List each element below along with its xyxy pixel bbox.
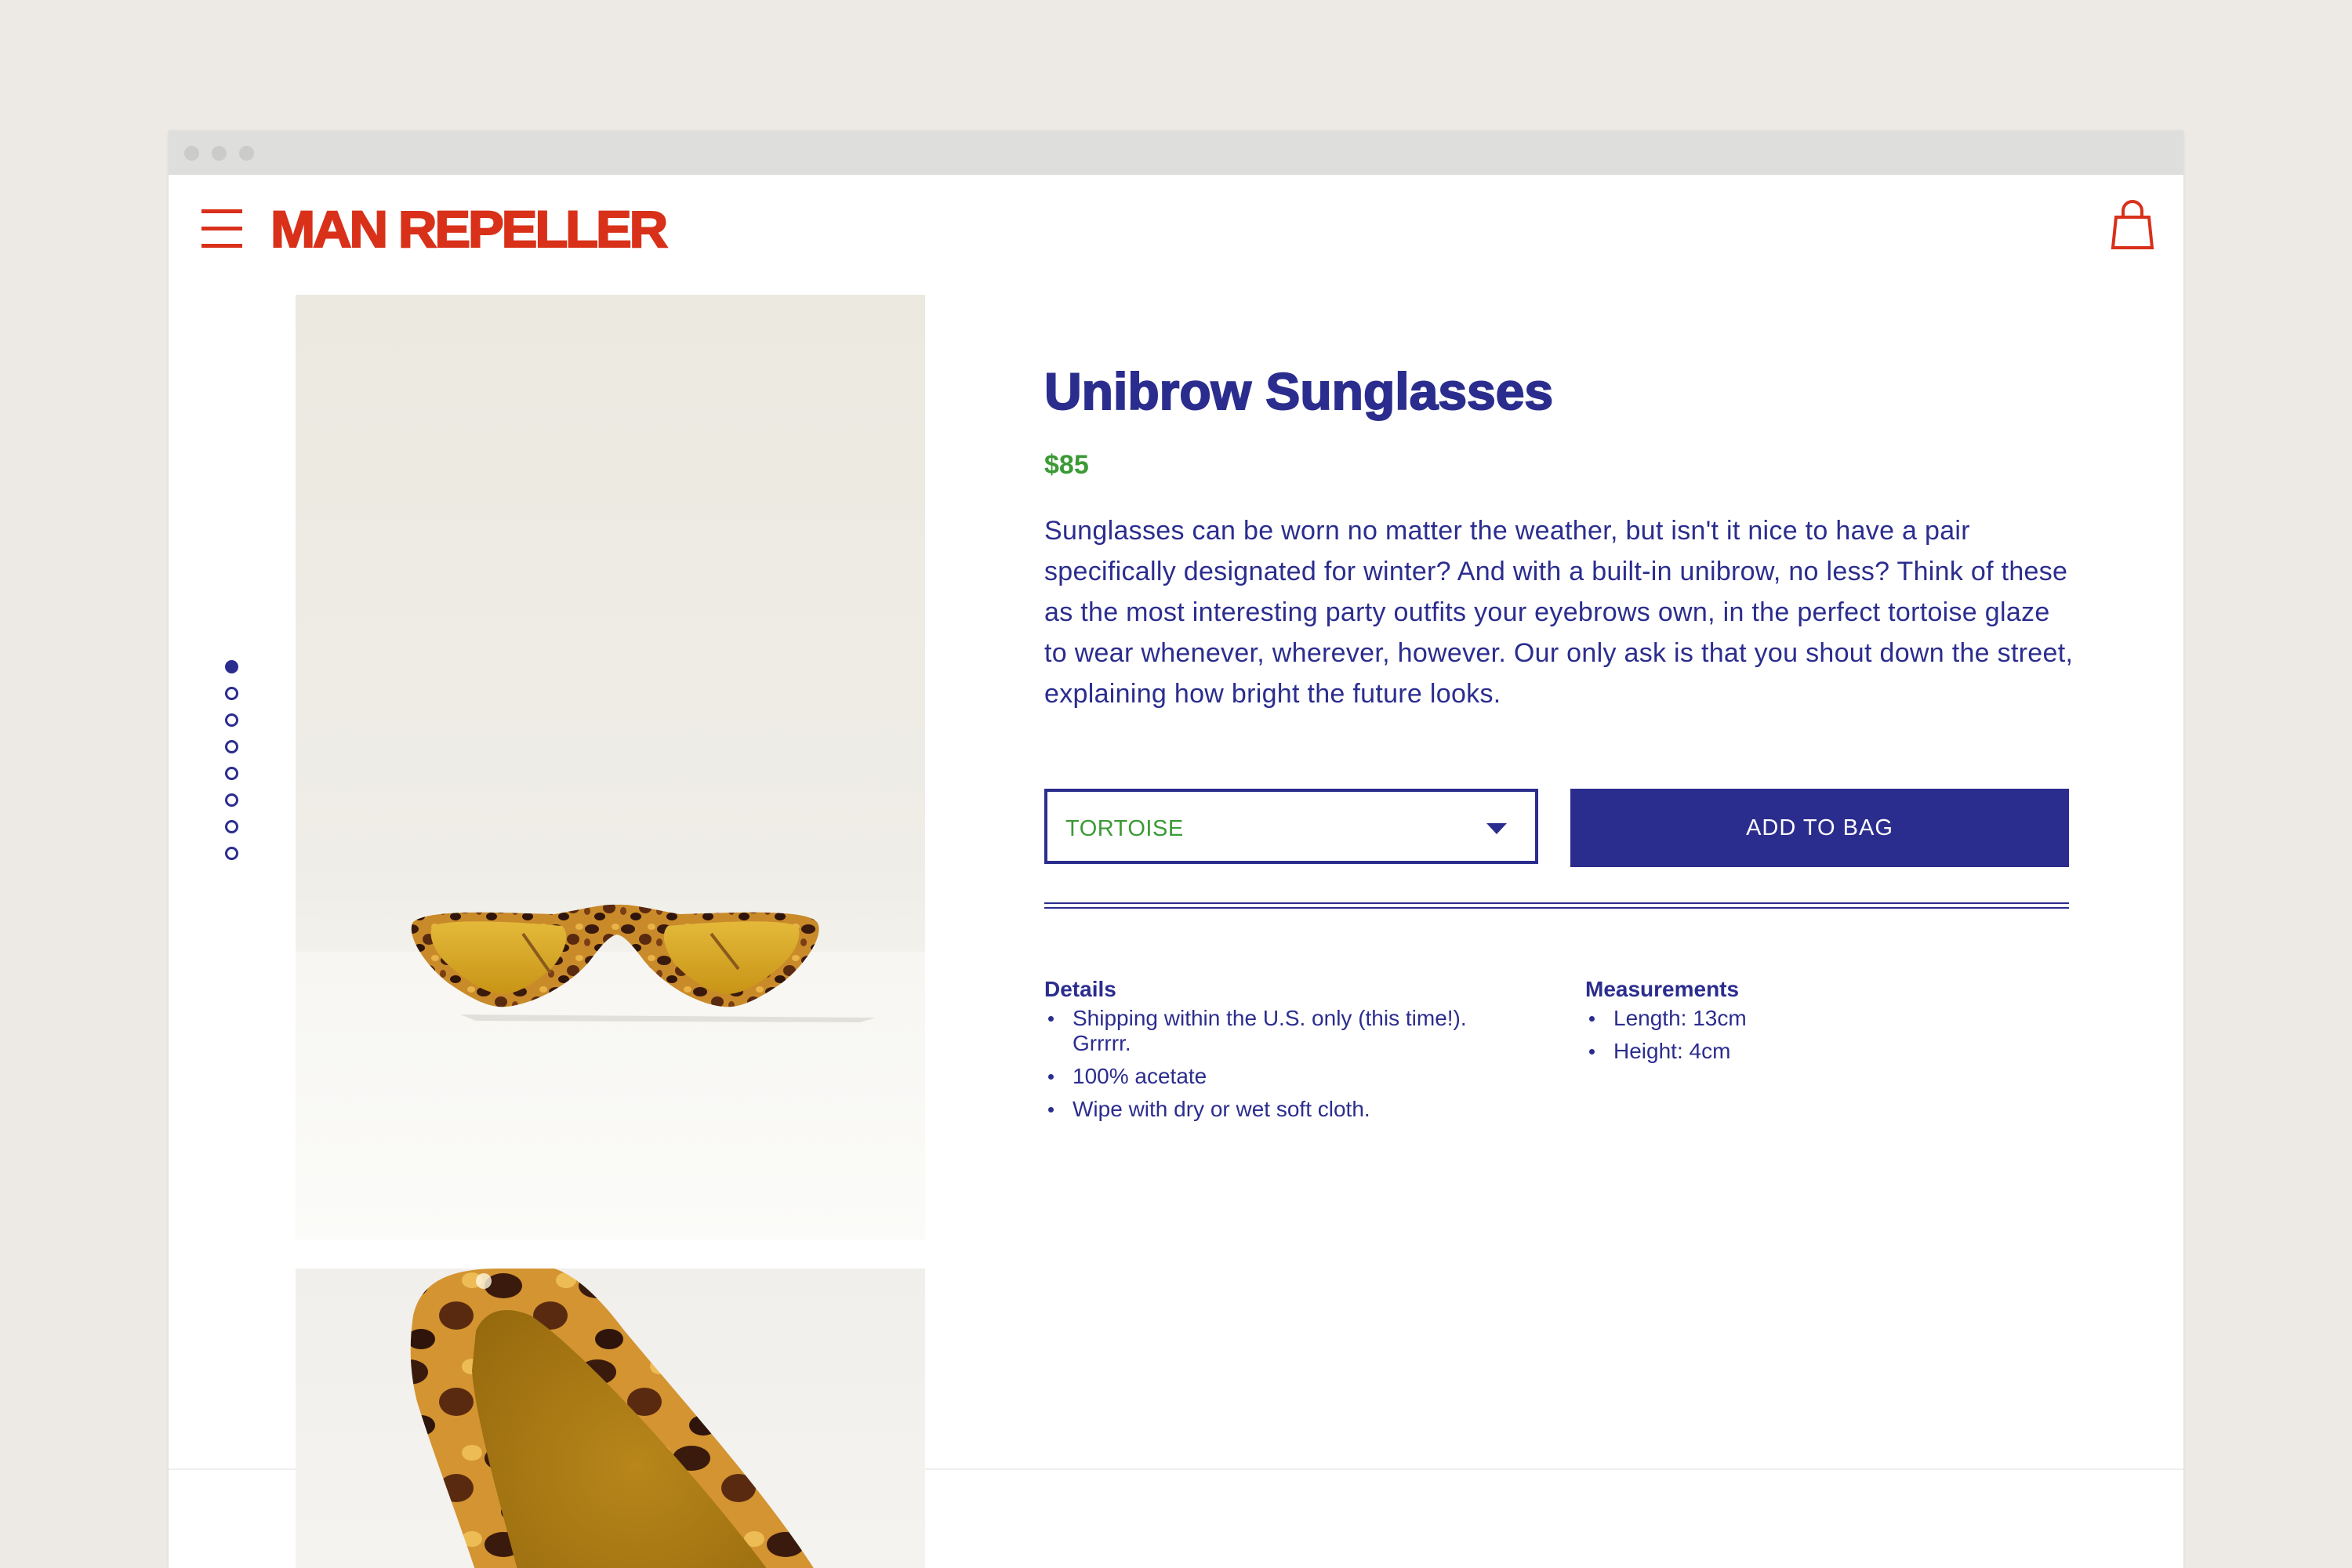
details-item: 100% acetate: [1048, 1064, 1515, 1089]
measurements-section: Measurements Length: 13cm Height: 4cm: [1585, 976, 2056, 1072]
gallery-pager: [225, 660, 249, 873]
gallery-dot[interactable]: [225, 847, 238, 860]
sunglasses-closeup-image: [410, 1269, 814, 1568]
details-heading: Details: [1044, 977, 1116, 1001]
browser-window: MAN REPELLER Unibrow Sunglasses $85 Sung…: [169, 131, 2183, 1568]
measurements-list: Length: 13cm Height: 4cm: [1585, 1006, 2056, 1064]
gallery-dot[interactable]: [225, 820, 238, 833]
gallery-dot[interactable]: [225, 660, 238, 673]
chevron-down-icon: [1486, 823, 1507, 834]
measurements-item: Height: 4cm: [1589, 1039, 2056, 1064]
product-image-secondary: [296, 1269, 925, 1568]
section-divider: [1044, 902, 2069, 909]
gallery-dot[interactable]: [225, 713, 238, 727]
color-select[interactable]: TORTOISE: [1044, 789, 1538, 864]
details-item: Shipping within the U.S. only (this time…: [1048, 1006, 1515, 1056]
browser-titlebar: [169, 131, 2183, 175]
details-list: Shipping within the U.S. only (this time…: [1044, 1006, 1515, 1122]
measurements-heading: Measurements: [1585, 977, 1740, 1001]
gallery-dot[interactable]: [225, 767, 238, 780]
color-select-value: TORTOISE: [1065, 816, 1184, 841]
gallery-dot[interactable]: [225, 687, 238, 700]
gallery-dot[interactable]: [225, 740, 238, 753]
window-maximize-dot[interactable]: [239, 146, 254, 161]
product-price: $85: [1044, 450, 1089, 480]
product-description: Sunglasses can be worn no matter the wea…: [1044, 516, 2074, 709]
details-section: Details Shipping within the U.S. only (t…: [1044, 976, 1515, 1130]
product-image-main: [296, 295, 925, 1240]
details-item: Wipe with dry or wet soft cloth.: [1048, 1097, 1515, 1122]
hamburger-icon[interactable]: [201, 209, 242, 249]
shopping-bag-icon[interactable]: [2111, 200, 2154, 250]
window-minimize-dot[interactable]: [212, 146, 227, 161]
window-close-dot[interactable]: [184, 146, 199, 161]
gallery-dot[interactable]: [225, 793, 238, 807]
measurements-item: Length: 13cm: [1589, 1006, 2056, 1031]
page-content: MAN REPELLER Unibrow Sunglasses $85 Sung…: [169, 175, 2183, 1568]
product-title: Unibrow Sunglasses: [1044, 362, 1554, 420]
sunglasses-image: [411, 904, 876, 1022]
site-logo[interactable]: MAN REPELLER: [270, 202, 669, 256]
add-to-bag-button[interactable]: ADD TO BAG: [1570, 789, 2069, 867]
